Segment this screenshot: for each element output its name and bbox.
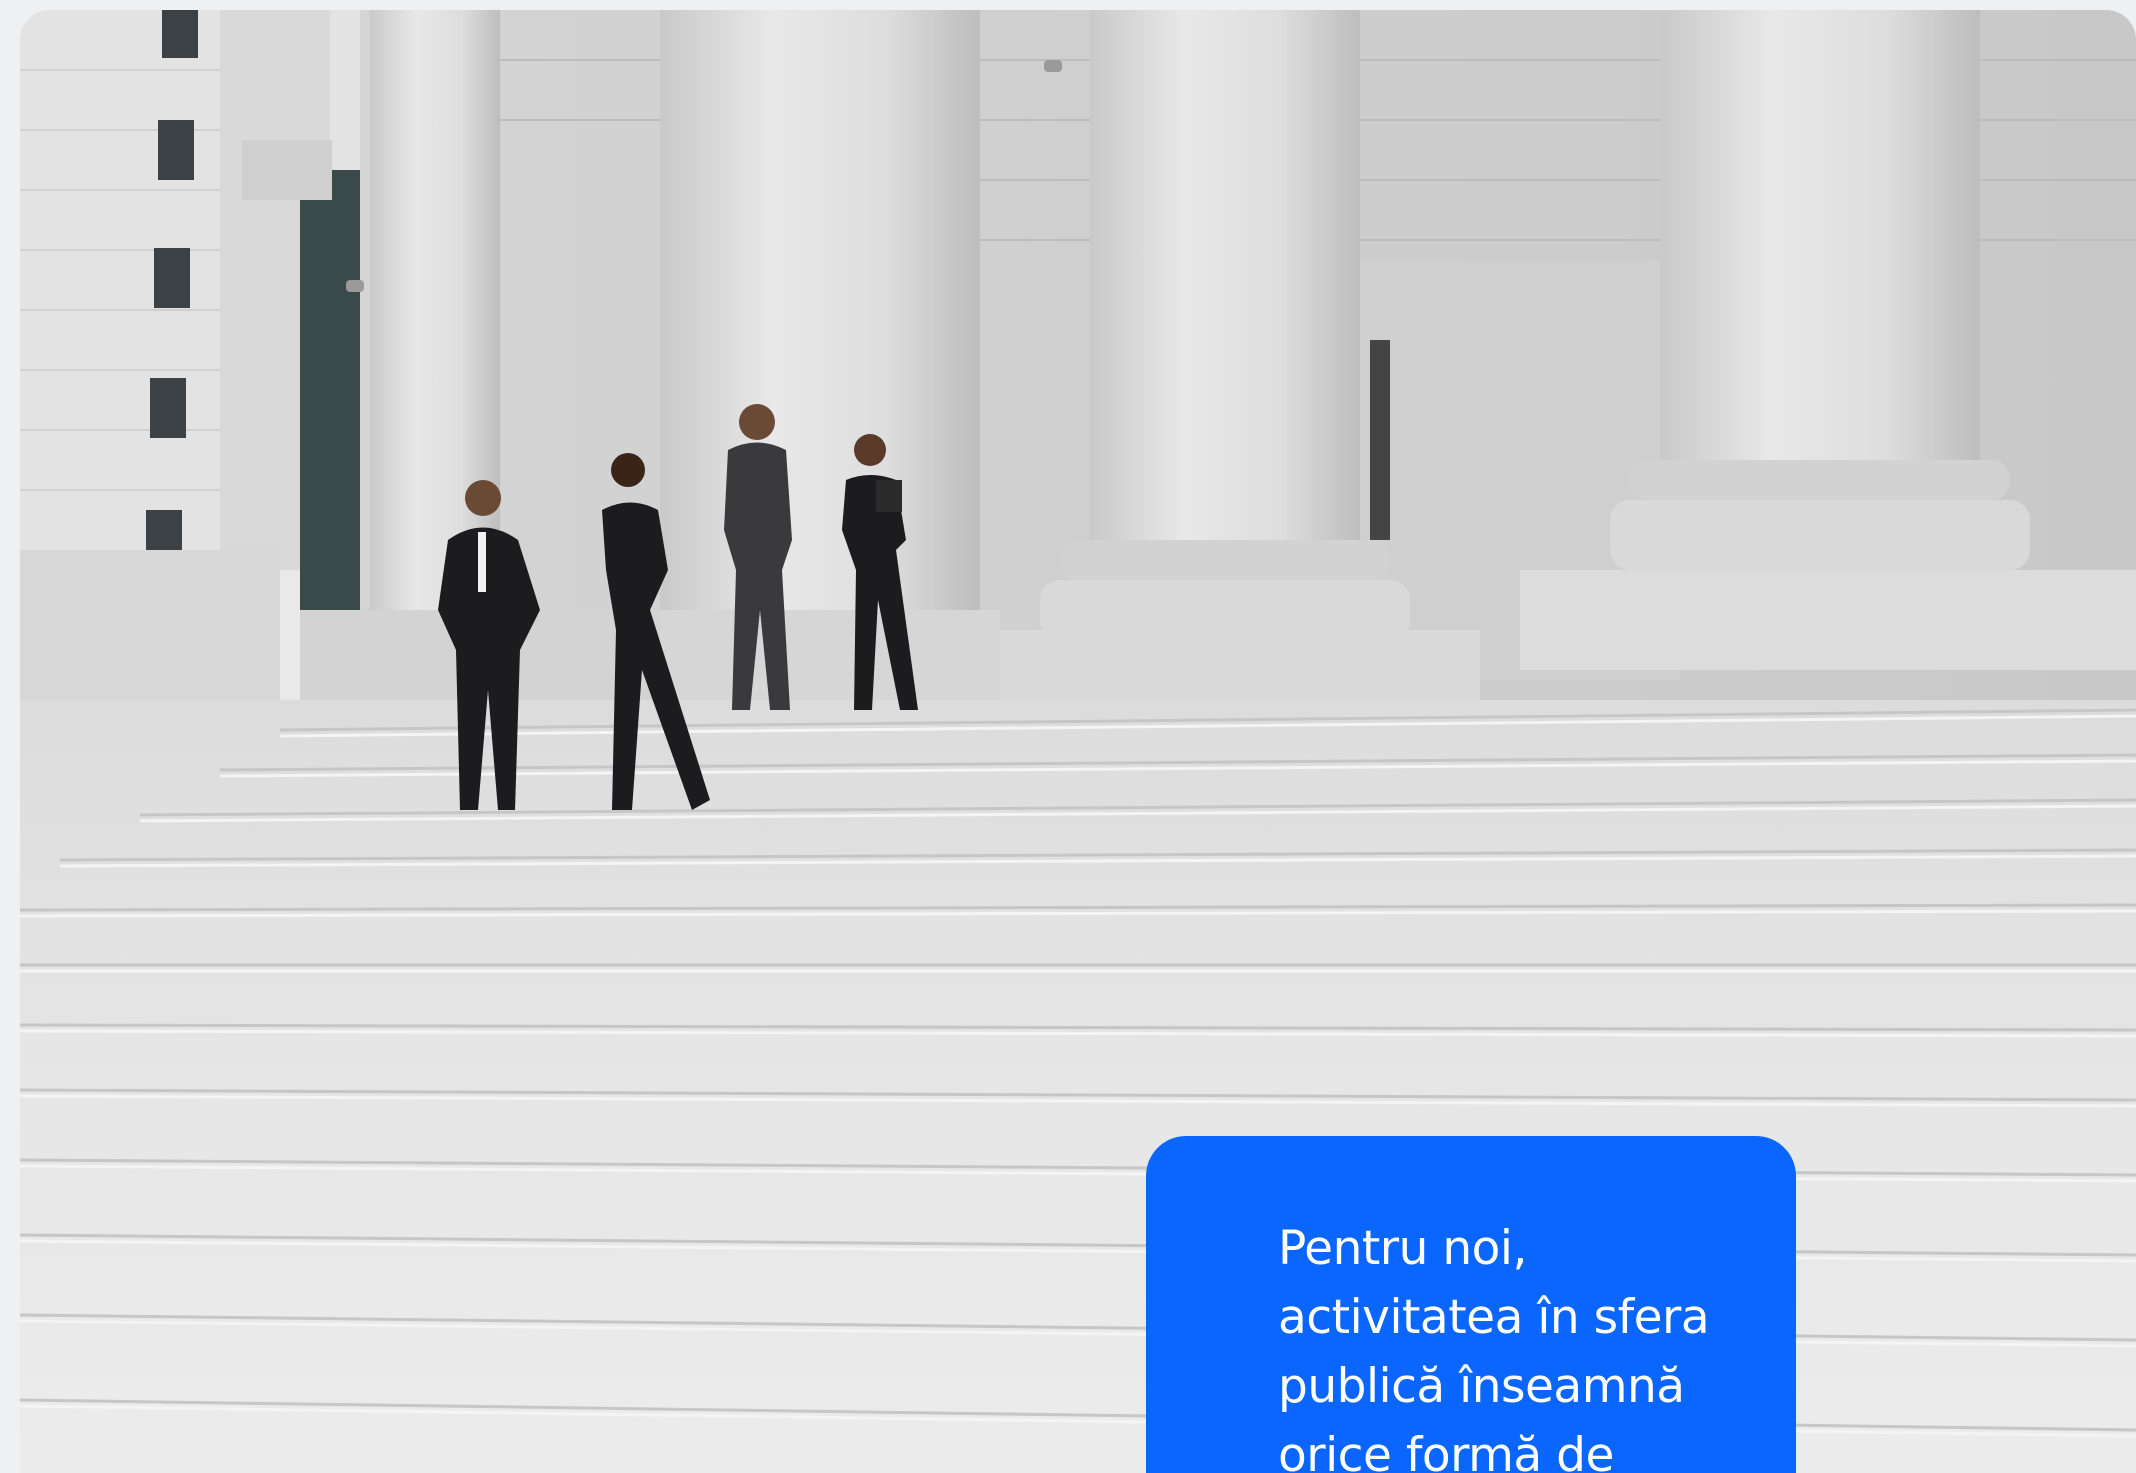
granite-steps xyxy=(20,700,2136,1473)
page: Pentru noi, activitatea în sfera publică… xyxy=(0,0,2136,1473)
hero-image-card xyxy=(20,10,2136,1473)
quote-text: Pentru noi, activitatea în sfera publică… xyxy=(1278,1221,1710,1473)
quote-box: Pentru noi, activitatea în sfera publică… xyxy=(1146,1136,1796,1473)
courthouse-steps-photo xyxy=(20,10,2136,1473)
